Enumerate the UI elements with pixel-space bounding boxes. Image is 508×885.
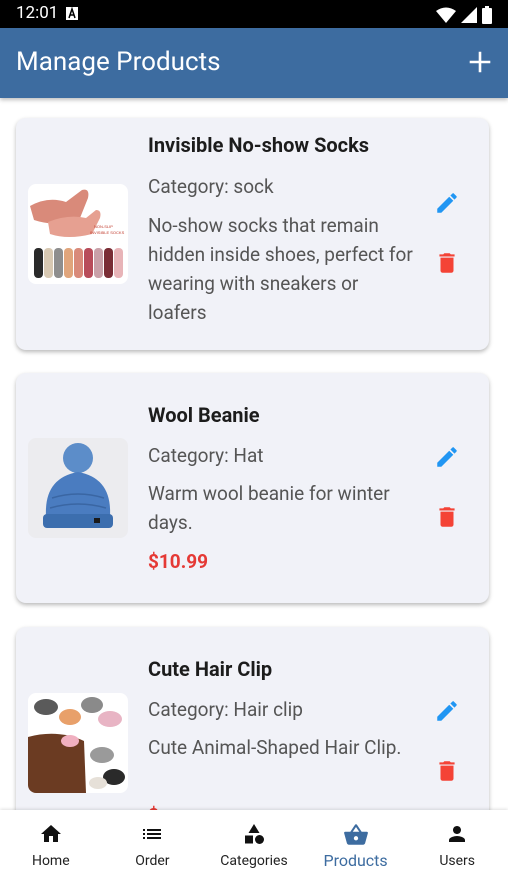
svg-text:NON-SLIP: NON-SLIP (94, 224, 113, 229)
delete-icon[interactable] (434, 758, 460, 784)
nav-item-categories[interactable]: Categories (203, 810, 305, 885)
product-image-hair-clip (28, 693, 128, 793)
product-name: Wool Beanie (148, 403, 260, 427)
wifi-icon (436, 7, 456, 23)
bottom-navigation: Home Order Categories Products Users (0, 810, 508, 885)
add-product-button[interactable] (468, 50, 492, 74)
product-price: $10.99 (148, 550, 209, 573)
product-image-beanie (28, 438, 128, 538)
categories-icon (244, 824, 264, 844)
nav-label: Order (135, 853, 170, 869)
nav-item-order[interactable]: Order (102, 810, 204, 885)
notification-icon (66, 7, 78, 20)
status-bar: 12:01 (0, 0, 508, 28)
delete-icon[interactable] (434, 504, 460, 530)
product-category: Category: sock (148, 175, 274, 198)
product-image-socks: NON-SLIP INVISIBLE SOCKS (28, 184, 128, 284)
product-card: Wool Beanie Category: Hat Warm wool bean… (16, 373, 489, 603)
app-bar: Manage Products (0, 28, 508, 98)
product-name: Cute Hair Clip (148, 657, 273, 681)
nav-label: Categories (220, 853, 288, 869)
page-title: Manage Products (16, 47, 221, 77)
delete-icon[interactable] (434, 250, 460, 276)
nav-label: Products (323, 851, 388, 870)
product-category: Category: Hair clip (148, 698, 303, 721)
nav-item-users[interactable]: Users (406, 810, 508, 885)
product-category: Category: Hat (148, 444, 264, 467)
svg-text:INVISIBLE SOCKS: INVISIBLE SOCKS (90, 230, 125, 235)
basket-icon (343, 824, 368, 845)
person-icon (449, 826, 466, 842)
product-description: No-show socks that remain hidden inside … (148, 214, 413, 324)
nav-label: Users (439, 853, 476, 869)
list-icon (143, 829, 162, 839)
nav-label: Home (31, 853, 70, 869)
status-icons (436, 6, 492, 24)
nav-item-products[interactable]: Products (305, 810, 407, 885)
signal-icon (461, 7, 477, 23)
product-card: Cute Hair Clip Category: Hair clip Cute … (16, 627, 489, 810)
edit-icon[interactable] (434, 190, 460, 216)
status-time: 12:01 (16, 3, 59, 23)
product-list[interactable]: NON-SLIP INVISIBLE SOCKS Invisible No-sh… (0, 98, 508, 810)
product-name: Invisible No-show Socks (148, 133, 370, 157)
product-description: Warm wool beanie for winter days. (148, 482, 390, 534)
battery-icon (482, 6, 492, 24)
edit-icon[interactable] (434, 698, 460, 724)
edit-icon[interactable] (434, 444, 460, 470)
product-description: Cute Animal-Shaped Hair Clip. (148, 736, 402, 759)
home-icon (40, 825, 61, 842)
nav-item-home[interactable]: Home (0, 810, 102, 885)
product-card: NON-SLIP INVISIBLE SOCKS Invisible No-sh… (16, 118, 489, 350)
